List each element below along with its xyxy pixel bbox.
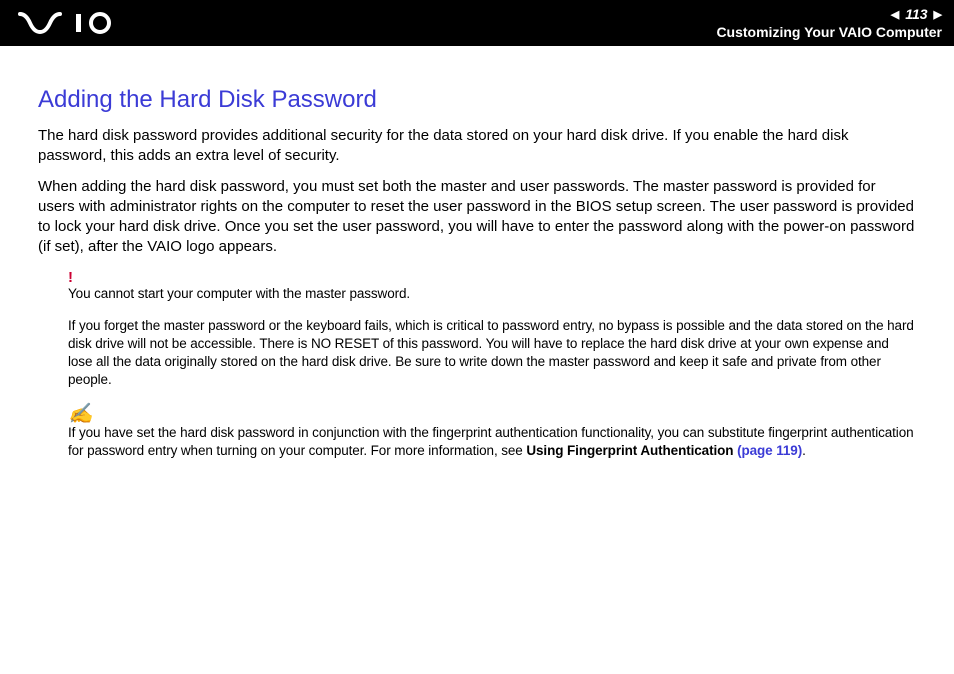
warning-line-2: If you forget the master password or the…	[68, 317, 916, 390]
tip-link[interactable]: (page 119)	[737, 443, 802, 458]
page-navigation: ◀ 113 ▶	[891, 6, 942, 22]
vaio-logo	[18, 12, 128, 34]
breadcrumb: Customizing Your VAIO Computer	[716, 24, 942, 40]
intro-paragraph-1: The hard disk password provides addition…	[38, 126, 916, 167]
tip-suffix: .	[802, 443, 806, 458]
warning-block: ! You cannot start your computer with th…	[68, 270, 916, 461]
prev-page-arrow[interactable]: ◀	[891, 8, 899, 21]
tip-bold: Using Fingerprint Authentication	[526, 443, 737, 458]
next-page-arrow[interactable]: ▶	[934, 8, 942, 21]
intro-paragraph-2: When adding the hard disk password, you …	[38, 177, 916, 258]
page-title: Adding the Hard Disk Password	[38, 86, 916, 114]
page-header: ◀ 113 ▶ Customizing Your VAIO Computer	[0, 0, 954, 46]
tip-text: If you have set the hard disk password i…	[68, 424, 916, 460]
header-right: ◀ 113 ▶ Customizing Your VAIO Computer	[716, 6, 942, 40]
warning-line-1: You cannot start your computer with the …	[68, 285, 916, 303]
tip-icon: ✍	[68, 404, 916, 424]
warning-icon: !	[68, 270, 916, 285]
page-number: 113	[905, 6, 927, 22]
page-content: Adding the Hard Disk Password The hard d…	[0, 46, 954, 460]
